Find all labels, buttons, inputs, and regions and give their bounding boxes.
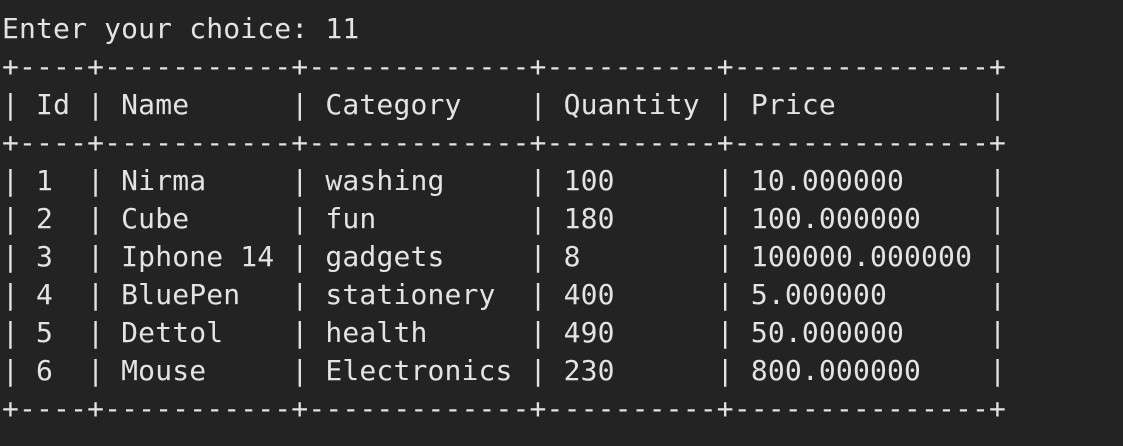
- cell-id: 3: [36, 240, 54, 273]
- cell-category: fun: [325, 202, 377, 235]
- cell-category: washing: [325, 164, 445, 197]
- cell-name: Mouse: [121, 354, 207, 387]
- table-row: | 2 | Cube | fun | 180 | 100.000000 |: [2, 202, 1007, 235]
- header-id: Id: [36, 88, 71, 121]
- header-price: Price: [750, 88, 836, 121]
- table-border-bottom: +----+-----------+-------------+--------…: [2, 392, 1007, 425]
- cell-quantity: 100: [563, 164, 615, 197]
- cell-id: 1: [36, 164, 54, 197]
- table-row: | 1 | Nirma | washing | 100 | 10.000000 …: [2, 164, 1007, 197]
- table-header-row: | Id | Name | Category | Quantity | Pric…: [2, 88, 1007, 121]
- cell-id: 6: [36, 354, 54, 387]
- cell-name: Cube: [121, 202, 190, 235]
- table-row: | 6 | Mouse | Electronics | 230 | 800.00…: [2, 354, 1007, 387]
- header-name: Name: [121, 88, 190, 121]
- prompt-line: Enter your choice: 11: [2, 10, 1123, 48]
- cell-price: 100.000000: [750, 202, 922, 235]
- cell-price: 100000.000000: [750, 240, 973, 273]
- cell-id: 2: [36, 202, 54, 235]
- cell-id: 5: [36, 316, 54, 349]
- table-row: | 3 | Iphone 14 | gadgets | 8 | 100000.0…: [2, 240, 1007, 273]
- cell-name: Dettol: [121, 316, 224, 349]
- cell-name: Iphone 14: [121, 240, 275, 273]
- header-quantity: Quantity: [563, 88, 700, 121]
- cell-price: 50.000000: [750, 316, 904, 349]
- cell-category: stationery: [325, 278, 496, 311]
- table-border-header: +----+-----------+-------------+--------…: [2, 126, 1007, 159]
- cell-price: 5.000000: [750, 278, 887, 311]
- cell-quantity: 180: [563, 202, 615, 235]
- cell-category: health: [325, 316, 428, 349]
- cell-price: 10.000000: [750, 164, 904, 197]
- cell-category: gadgets: [325, 240, 445, 273]
- cell-quantity: 490: [563, 316, 615, 349]
- cell-id: 4: [36, 278, 54, 311]
- header-category: Category: [325, 88, 462, 121]
- prompt-input-value: 11: [325, 12, 360, 45]
- cell-quantity: 230: [563, 354, 615, 387]
- table-row: | 5 | Dettol | health | 490 | 50.000000 …: [2, 316, 1007, 349]
- prompt-label: Enter your choice:: [2, 12, 326, 45]
- cell-name: Nirma: [121, 164, 207, 197]
- cell-price: 800.000000: [750, 354, 922, 387]
- terminal-output: Enter your choice: 11 +----+-----------+…: [0, 0, 1123, 428]
- cell-category: Electronics: [325, 354, 513, 387]
- cell-name: BluePen: [121, 278, 241, 311]
- cell-quantity: 8: [563, 240, 581, 273]
- cell-quantity: 400: [563, 278, 615, 311]
- table-border-top: +----+-----------+-------------+--------…: [2, 50, 1007, 83]
- table-row: | 4 | BluePen | stationery | 400 | 5.000…: [2, 278, 1007, 311]
